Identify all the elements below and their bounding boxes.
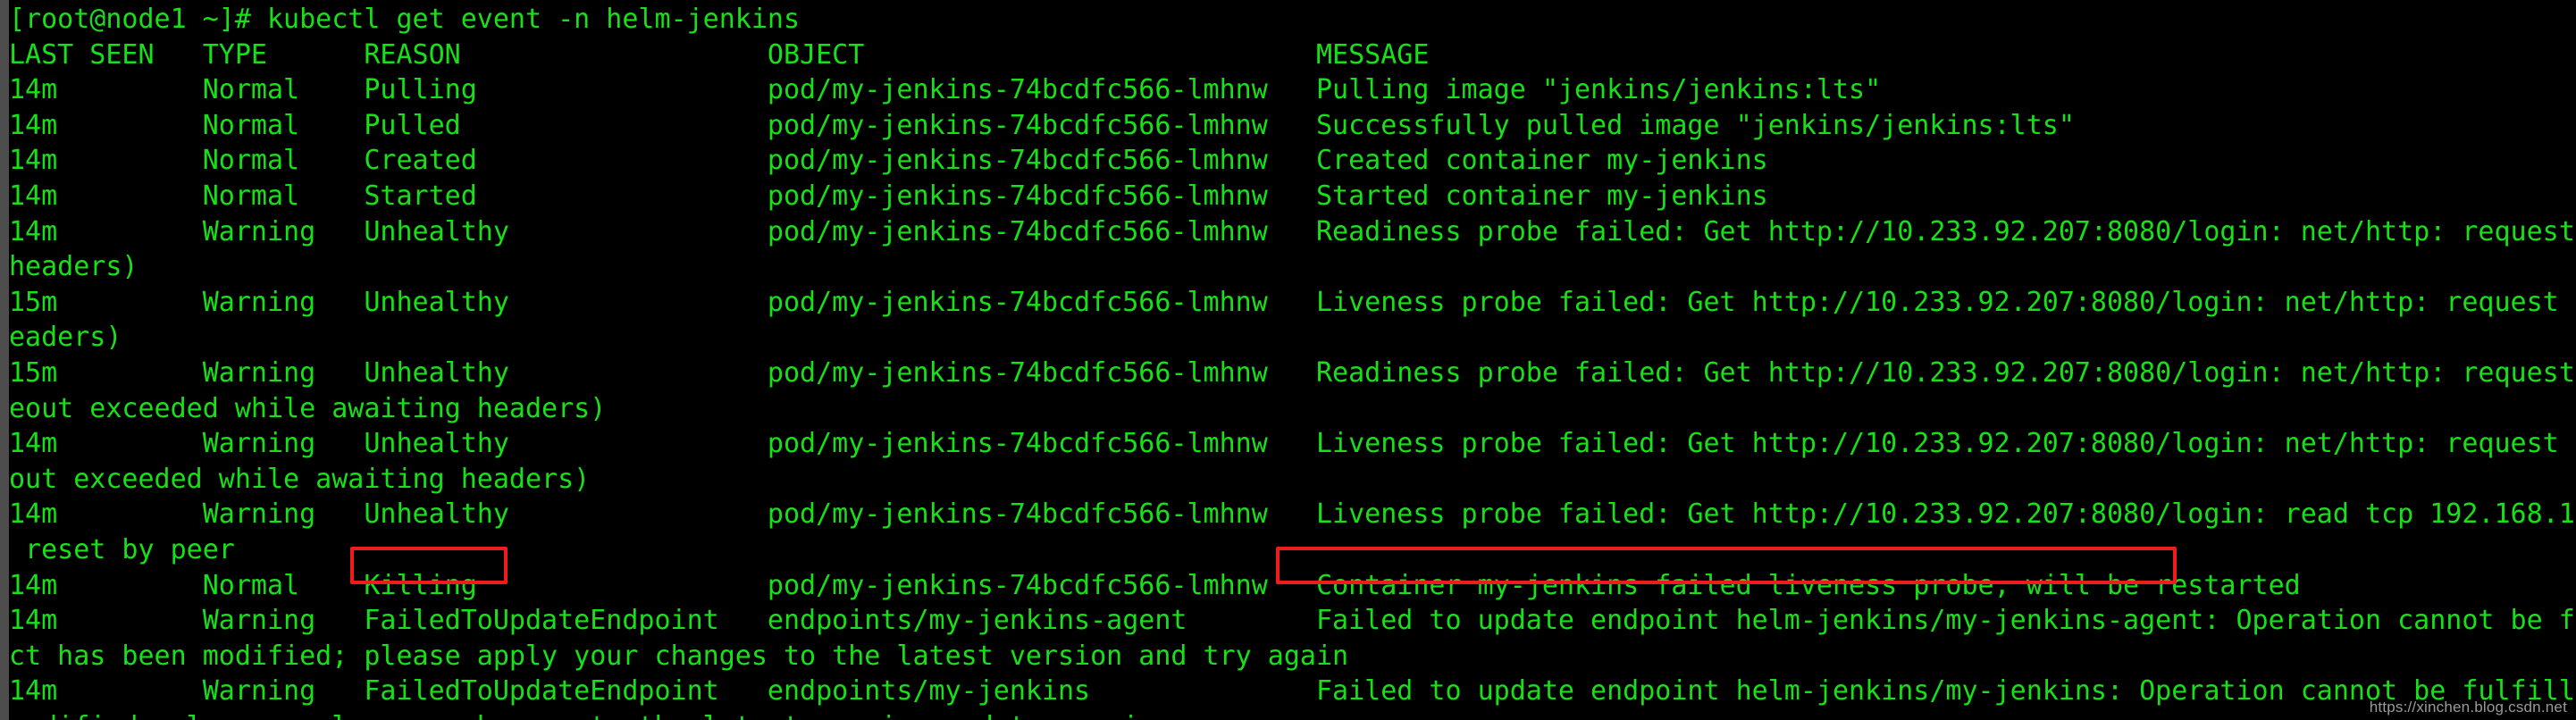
terminal-window: [root@node1 ~]# kubectl get event -n hel…: [0, 0, 2576, 720]
terminal-output-line-wrapped: ct has been modified; please apply your …: [9, 640, 1349, 672]
terminal-scrollbar[interactable]: [0, 0, 9, 720]
terminal-output-line: 14m Warning Unhealthy pod/my-jenkins-74b…: [9, 498, 2576, 531]
terminal-output-line: 15m Warning Unhealthy pod/my-jenkins-74b…: [9, 286, 2576, 318]
terminal-output-line: 14m Warning FailedToUpdateEndpoint endpo…: [9, 605, 2576, 637]
terminal-output-line-wrapped: out exceeded while awaiting headers): [9, 463, 591, 495]
terminal-output-line: 15m Warning Unhealthy pod/my-jenkins-74b…: [9, 356, 2575, 389]
terminal-output-line: 14m Warning Unhealthy pod/my-jenkins-74b…: [9, 215, 2575, 247]
terminal-output-line-wrapped: eaders): [9, 322, 122, 354]
terminal-output-line: 14m Normal Started pod/my-jenkins-74bcdf…: [9, 180, 1768, 212]
terminal-output-line: 14m Warning FailedToUpdateEndpoint endpo…: [9, 675, 2576, 707]
terminal-screen[interactable]: [root@node1 ~]# kubectl get event -n hel…: [9, 0, 2576, 720]
terminal-output-line-killing: 14m Normal Killing pod/my-jenkins-74bcdf…: [9, 569, 2301, 601]
terminal-output-line: 14m Warning Unhealthy pod/my-jenkins-74b…: [9, 428, 2576, 460]
terminal-output-line: 14m Normal Pulled pod/my-jenkins-74bcdfc…: [9, 109, 2075, 141]
terminal-output-line: 14m Normal Pulling pod/my-jenkins-74bcdf…: [9, 74, 1882, 106]
terminal-output-line-wrapped: eout exceeded while awaiting headers): [9, 392, 607, 424]
terminal-prompt-line: [root@node1 ~]# kubectl get event -n hel…: [9, 4, 801, 35]
terminal-output-line-wrapped: reset by peer: [9, 533, 235, 565]
terminal-output-line-wrapped: headers): [9, 251, 138, 283]
terminal-table-header: LAST SEEN TYPE REASON OBJECT MESSAGE: [9, 38, 1430, 71]
watermark-text: https://xinchen.blog.csdn.net: [2369, 699, 2567, 716]
terminal-output-line-wrapped: modified; please apply your changes to t…: [9, 709, 2576, 720]
terminal-output-line: 14m Normal Created pod/my-jenkins-74bcdf…: [9, 145, 1768, 177]
